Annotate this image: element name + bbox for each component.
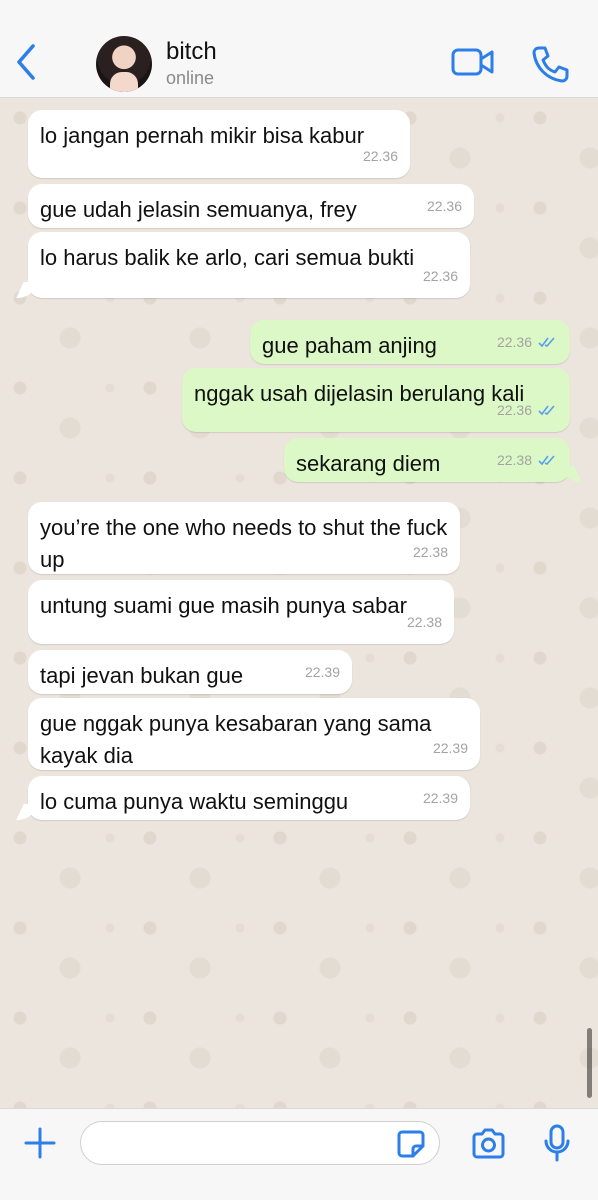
message-text: lo jangan pernah mikir bisa kabur: [40, 123, 365, 148]
sticker-button[interactable]: [396, 1129, 426, 1159]
camera-button[interactable]: [470, 1127, 506, 1159]
message-time: 22.36: [422, 268, 458, 284]
message-list[interactable]: lo jangan pernah mikir bisa kabur 22.36 …: [0, 98, 598, 1108]
plus-icon: [24, 1127, 56, 1159]
message-text: untung suami gue masih punya sabar: [40, 593, 407, 618]
message-bubble-incoming[interactable]: lo harus balik ke arlo, cari semua bukti…: [28, 232, 470, 298]
back-chevron-icon: [17, 44, 35, 80]
double-check-icon: [538, 337, 555, 348]
message-bubble-incoming[interactable]: lo jangan pernah mikir bisa kabur 22.36: [28, 110, 410, 178]
message-bubble-outgoing[interactable]: nggak usah dijelasin berulang kali 22.36: [182, 368, 570, 432]
message-bubble-incoming[interactable]: tapi jevan bukan gue 22.39: [28, 650, 352, 694]
message-text: lo harus balik ke arlo, cari semua bukti: [40, 245, 415, 270]
message-time: 22.39: [304, 664, 340, 680]
message-bubble-incoming[interactable]: gue nggak punya kesabaran yang sama kaya…: [28, 698, 480, 770]
attach-button[interactable]: [22, 1125, 58, 1161]
back-button[interactable]: [8, 40, 44, 84]
chat-header: bitch online: [0, 0, 598, 98]
composer-bar: [0, 1108, 598, 1200]
video-call-icon: [451, 48, 494, 76]
microphone-icon: [544, 1124, 570, 1162]
message-time: 22.36: [362, 148, 398, 164]
message-text: gue udah jelasin semuanya, frey: [40, 197, 357, 222]
message-text: lo cuma punya waktu seminggu: [40, 789, 349, 814]
message-time: 22.36: [426, 198, 462, 214]
contact-avatar[interactable]: [96, 36, 152, 92]
message-time: 22.38: [406, 614, 442, 630]
message-input[interactable]: [80, 1121, 440, 1165]
contact-status: online: [166, 68, 215, 88]
message-time: 22.36: [496, 402, 532, 418]
double-check-icon: [538, 455, 555, 466]
microphone-button[interactable]: [544, 1123, 570, 1163]
sticker-icon: [397, 1130, 425, 1158]
voice-call-button[interactable]: [530, 44, 570, 84]
message-time: 22.36: [496, 334, 532, 350]
phone-icon: [532, 46, 569, 83]
message-text: you’re the one who needs to shut the fuc…: [40, 515, 448, 572]
message-time: 22.38: [412, 544, 448, 560]
scrollbar[interactable]: [587, 1028, 592, 1098]
double-check-icon: [538, 405, 555, 416]
message-bubble-incoming[interactable]: lo cuma punya waktu seminggu 22.39: [28, 776, 470, 820]
message-text: sekarang diem: [296, 451, 441, 476]
message-bubble-incoming[interactable]: gue udah jelasin semuanya, frey 22.36: [28, 184, 474, 228]
message-text: nggak usah dijelasin berulang kali: [194, 381, 525, 406]
camera-icon: [472, 1128, 505, 1159]
message-bubble-incoming[interactable]: untung suami gue masih punya sabar 22.38: [28, 580, 454, 644]
message-time: 22.39: [432, 740, 468, 756]
message-text: tapi jevan bukan gue: [40, 663, 244, 688]
video-call-button[interactable]: [450, 44, 496, 80]
message-bubble-incoming[interactable]: you’re the one who needs to shut the fuc…: [28, 502, 460, 574]
contact-name[interactable]: bitch: [166, 38, 217, 66]
message-bubble-outgoing[interactable]: sekarang diem 22.38: [284, 438, 570, 482]
message-text: gue nggak punya kesabaran yang sama kaya…: [40, 711, 432, 768]
message-bubble-outgoing[interactable]: gue paham anjing 22.36: [250, 320, 570, 364]
message-time: 22.39: [422, 790, 458, 806]
message-text: gue paham anjing: [262, 333, 437, 358]
message-time: 22.38: [496, 452, 532, 468]
